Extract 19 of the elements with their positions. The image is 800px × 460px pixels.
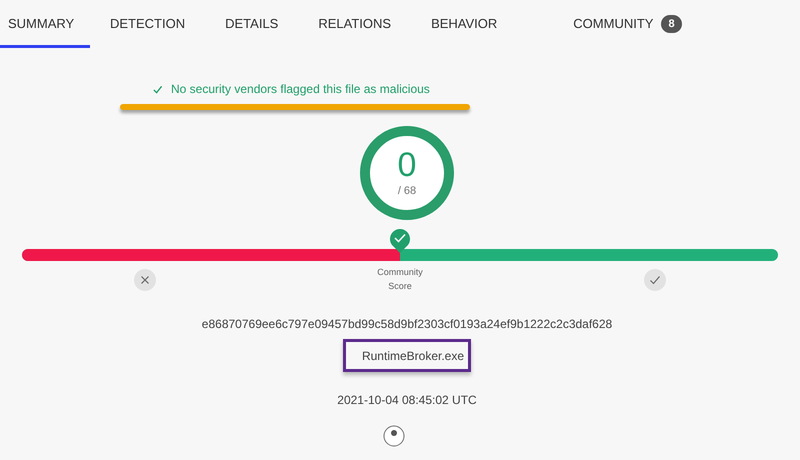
engine-total: / 68 — [398, 184, 416, 199]
tab[interactable]: BEHAVIOR — [411, 0, 518, 48]
score-ring-icon — [359, 125, 455, 221]
count-badge: 8 — [661, 14, 682, 34]
file-hash: e86870769ee6c797e09457bd99c58d9bf2303cf0193a24ef9b1222c2c3daf628 — [202, 316, 612, 333]
check-icon[interactable] — [644, 269, 666, 291]
tab[interactable]: DETAILS — [205, 0, 298, 48]
tab[interactable]: RELATIONS — [298, 0, 412, 48]
tab[interactable]: DETECTION — [90, 0, 206, 48]
score-marker-icon — [389, 227, 411, 253]
tab[interactable]: SUMMARY — [0, 0, 90, 48]
check-icon — [152, 84, 163, 94]
detection-count: 0 — [398, 146, 416, 183]
close-icon[interactable] — [134, 269, 156, 291]
file-name: RuntimeBroker.exe — [360, 348, 464, 364]
community-score-label: Community Score — [376, 266, 424, 293]
scan-date: 2021-10-04 08:45:02 UTC — [337, 392, 477, 409]
verdict-message: No security vendors flagged this file as malicious — [171, 81, 430, 98]
tab[interactable]: COMMUNITY 8 — [557, 0, 698, 48]
